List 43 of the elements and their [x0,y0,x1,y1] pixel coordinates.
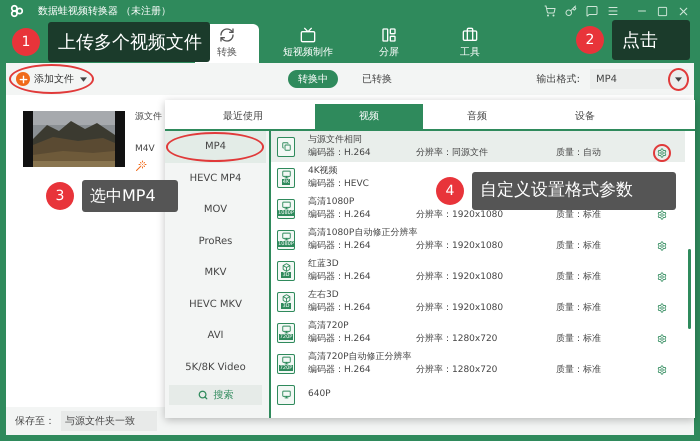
preset-name: 与源文件相同 [308,134,363,146]
codec-text: 编码器：H.264 [308,240,372,252]
codec-text: 编码器：HEVC [308,178,370,190]
callout-tooltip: 点击 [612,20,690,60]
quality-text: 质量：标准 [556,240,602,252]
resolution-text: 分辨率：同源文件 [416,146,489,160]
callout-tooltip: 上传多个视频文件 [48,22,210,62]
resolution-text: 分辨率：1920x1080 [416,208,504,222]
quality-text: 质量：标准 [556,332,602,346]
quality-text: 质量：标准 [556,302,602,314]
resolution-text: 分辨率：1920x1080 [416,270,504,284]
preset-name: 红蓝3D [308,258,340,270]
codec-text: 编码器：H.264 [308,302,372,314]
codec-text: 编码器：H.264 [308,208,372,222]
quality-text: 质量：自动 [556,146,602,160]
preset-name: 高清1080P自动修正分辨率 [308,226,418,240]
preset-name: 高清1080P [308,196,356,208]
step-number-tooltip: 1 [12,28,40,56]
resolution-text: 分辨率：1280x720 [416,332,498,346]
quality-text: 质量：标准 [556,208,602,222]
codec-text: 编码器：H.264 [308,364,372,376]
file-format: M4V [135,142,156,156]
codec-text: 编码器：H.264 [308,332,372,346]
preset-name: 左右3D [308,288,340,302]
preset-name: 640P [308,388,332,401]
step-number-tooltip: 2 [576,26,604,54]
codec-text: 编码器：H.264 [308,146,372,160]
callout-tooltip: 自定义设置格式参数 [472,172,676,210]
callout-tooltip: 选中MP4 [82,180,178,212]
source-file-label: 源文件 [135,111,162,124]
dropdown-value: MP4 [596,72,618,86]
preset-name: 高清720P [308,320,350,332]
save-to-label: 保存至： [15,414,55,428]
codec-text: 编码器：H.264 [308,270,372,284]
window-title: 数据蛙视频转换器 （未注册） [38,4,172,18]
resolution-text: 分辨率：1920x1080 [416,240,504,252]
output-format-label: 输出格式: [536,72,580,86]
resolution-text: 分辨率：1920x1080 [416,302,504,314]
resolution-text: 分辨率：1280x720 [416,364,498,376]
preset-name: 4K视频 [308,164,339,178]
quality-text: 质量：标准 [556,270,602,284]
preset-name: 高清720P自动修正分辨率 [308,350,413,364]
quality-text: 质量：标准 [556,364,602,376]
